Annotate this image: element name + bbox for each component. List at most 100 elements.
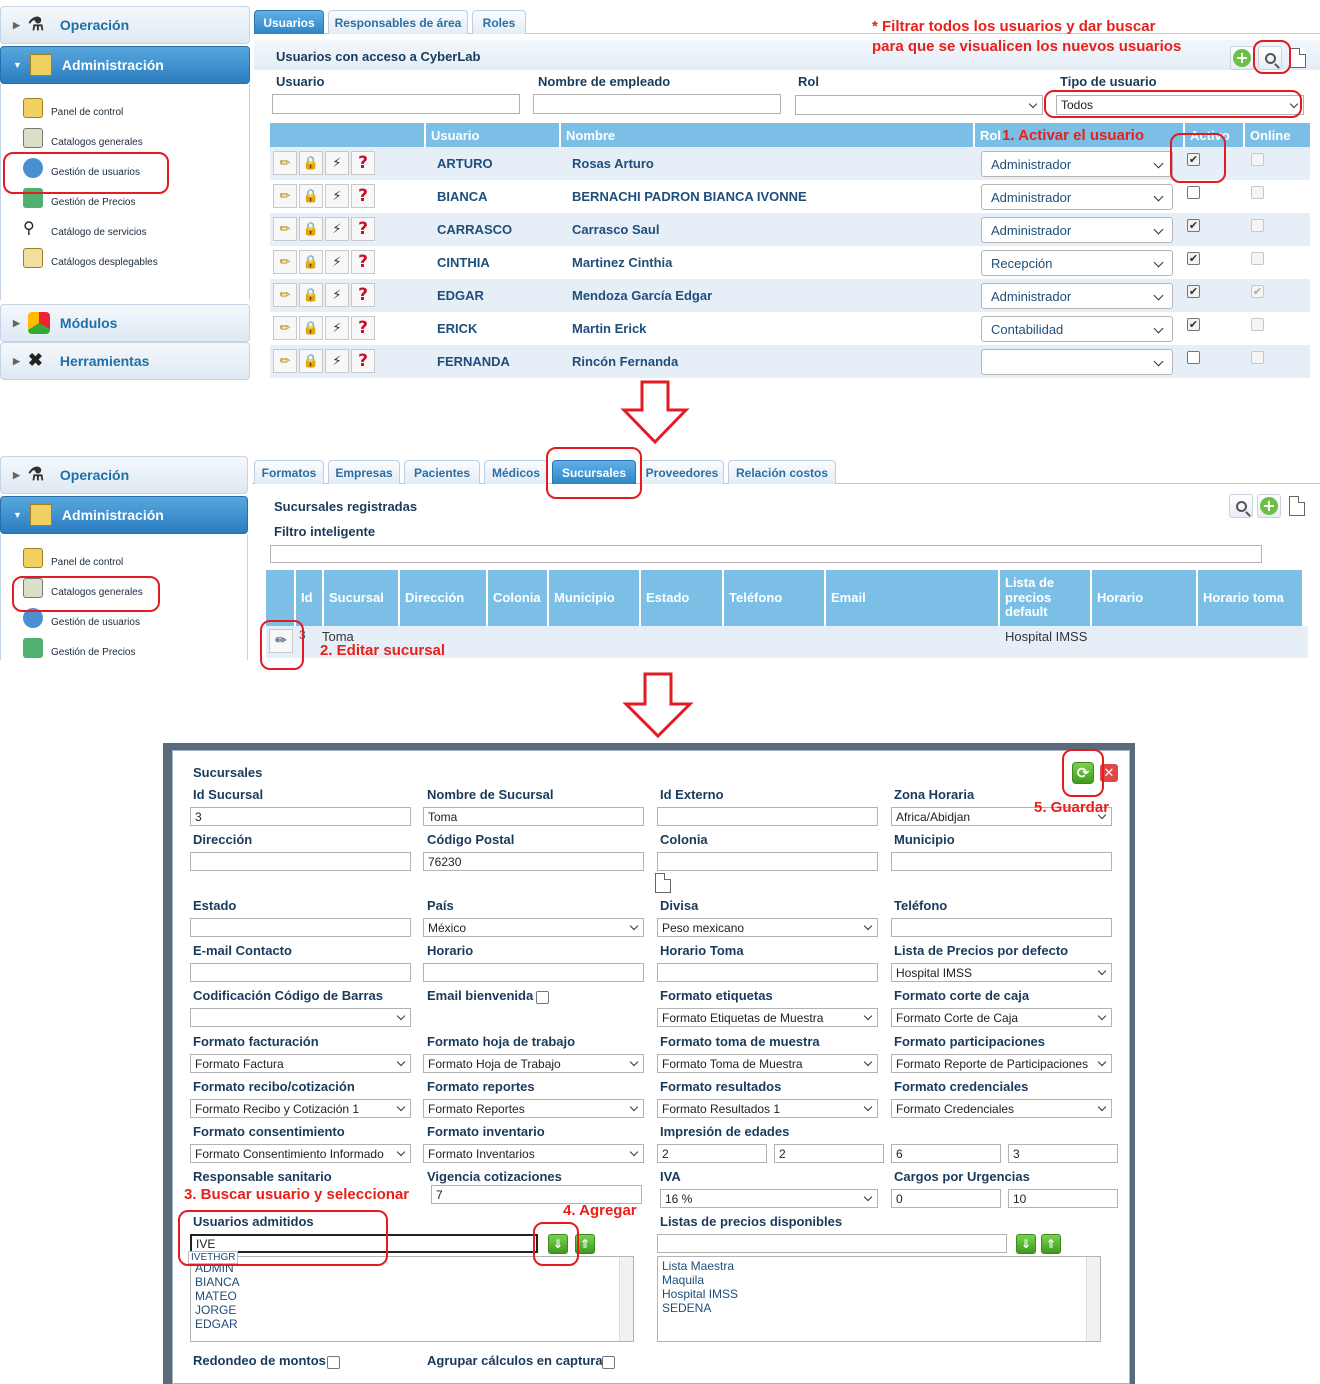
list-item[interactable]: EDGAR [195, 1317, 629, 1331]
list-item[interactable]: SEDENA [662, 1301, 1096, 1315]
role-select[interactable]: Contabilidad [981, 316, 1173, 342]
formato_credenciales-select[interactable]: Formato Credenciales [891, 1099, 1112, 1118]
cp-input[interactable]: 76230 [423, 852, 644, 871]
formato_corte-select[interactable]: Formato Corte de Caja [891, 1008, 1112, 1027]
plug-button[interactable]: ⚡ [325, 316, 349, 340]
sidebar-item-panel[interactable]: Panel de control [23, 94, 123, 118]
list-item[interactable]: Maquila [662, 1273, 1096, 1287]
scrollbar[interactable] [1086, 1257, 1100, 1341]
role-select[interactable] [981, 349, 1173, 375]
usuario-filter-input[interactable] [272, 94, 520, 114]
nombre-filter-input[interactable] [533, 94, 781, 114]
telefono-input[interactable] [891, 918, 1112, 937]
add-button[interactable]: + [1257, 494, 1281, 518]
search-button[interactable] [1229, 494, 1253, 518]
add-price-list-button[interactable]: ⇓ [1016, 1234, 1036, 1254]
list-item[interactable]: MATEO [195, 1289, 629, 1303]
tab-empresas[interactable]: Empresas [328, 460, 400, 484]
sidebar-item-precios[interactable]: Gestión de Precios [23, 634, 136, 658]
help-button[interactable]: ? [351, 250, 375, 274]
sidebar-item-catalogos[interactable]: Catalogos generales [23, 124, 143, 148]
activo-checkbox[interactable]: ✔ [1187, 252, 1200, 265]
rol-filter-select[interactable] [795, 95, 1043, 115]
smart-filter-input[interactable] [270, 545, 1262, 563]
add-button[interactable]: + [1230, 46, 1254, 70]
redondeo-checkbox[interactable] [327, 1356, 340, 1369]
formato_recibo-select[interactable]: Formato Recibo y Cotización 1 [190, 1099, 411, 1118]
edit-button[interactable]: ✏ [273, 151, 297, 175]
plug-button[interactable]: ⚡ [325, 217, 349, 241]
horario-input[interactable] [423, 963, 644, 982]
divisa-select[interactable]: Peso mexicano [657, 918, 878, 937]
formato_inventario-select[interactable]: Formato Inventarios [423, 1144, 644, 1163]
list-item[interactable]: JORGE [195, 1303, 629, 1317]
price-list-search-input[interactable] [657, 1234, 1007, 1253]
codificacion-select[interactable] [190, 1008, 411, 1027]
role-select[interactable]: Administrador [981, 151, 1173, 177]
formato_participaciones-select[interactable]: Formato Reporte de Participaciones [891, 1054, 1112, 1073]
horario_toma-input[interactable] [657, 963, 878, 982]
role-select[interactable]: Recepción [981, 250, 1173, 276]
sidebar-item-panel[interactable]: Panel de control [23, 544, 123, 568]
activo-checkbox[interactable]: ✔ [1187, 219, 1200, 232]
id_sucursal-input[interactable]: 3 [190, 807, 411, 826]
email-bienvenida-checkbox[interactable] [536, 991, 549, 1004]
tab-formatos[interactable]: Formatos [254, 460, 324, 484]
scrollbar[interactable] [619, 1257, 633, 1341]
edit-button[interactable]: ✏ [273, 283, 297, 307]
sidebar-item-servicios[interactable]: ⚲ Catálogo de servicios [23, 214, 147, 238]
formato_resultados-select[interactable]: Formato Resultados 1 [657, 1099, 878, 1118]
lock-button[interactable]: 🔒 [299, 349, 323, 373]
edit-button[interactable]: ✏ [273, 184, 297, 208]
lista_precios-select[interactable]: Hospital IMSS [891, 963, 1112, 982]
sidebar-operacion[interactable]: ▶ ⚗ Operación [0, 456, 248, 494]
role-select[interactable]: Administrador [981, 184, 1173, 210]
plug-button[interactable]: ⚡ [325, 349, 349, 373]
formato_consentimiento-select[interactable]: Formato Consentimiento Informado [190, 1144, 411, 1163]
formato_etiquetas-select[interactable]: Formato Etiquetas de Muestra [657, 1008, 878, 1027]
help-button[interactable]: ? [351, 217, 375, 241]
municipio-input[interactable] [891, 852, 1112, 871]
sidebar-modulos[interactable]: ▶ Módulos [0, 304, 250, 342]
sidebar-herramientas[interactable]: ▶ ✖ Herramientas [0, 342, 250, 380]
activo-checkbox[interactable]: ✔ [1187, 285, 1200, 298]
edad-1-input[interactable]: 2 [774, 1144, 884, 1163]
document-icon[interactable] [655, 873, 671, 893]
cargos-0-input[interactable]: 0 [891, 1189, 1001, 1208]
price-lists-list[interactable]: Lista Maestra Maquila Hospital IMSS SEDENA [657, 1256, 1101, 1342]
tab-responsables[interactable]: Responsables de área [328, 10, 468, 34]
tab-usuarios[interactable]: Usuarios [254, 10, 324, 34]
pais-select[interactable]: México [423, 918, 644, 937]
direccion-input[interactable] [190, 852, 411, 871]
plug-button[interactable]: ⚡ [325, 184, 349, 208]
plug-button[interactable]: ⚡ [325, 283, 349, 307]
help-button[interactable]: ? [351, 316, 375, 340]
edad-2-input[interactable]: 6 [891, 1144, 1001, 1163]
iva-select[interactable]: 16 % [660, 1189, 878, 1208]
tab-relacion-costos[interactable]: Relación costos [728, 460, 836, 484]
email-input[interactable] [190, 963, 411, 982]
help-button[interactable]: ? [351, 349, 375, 373]
edad-0-input[interactable]: 2 [657, 1144, 767, 1163]
id_externo-input[interactable] [657, 807, 878, 826]
tab-proveedores[interactable]: Proveedores [640, 460, 724, 484]
allowed-users-list[interactable]: ADMIN BIANCA MATEO JORGE EDGAR [190, 1256, 634, 1342]
edit-button[interactable]: ✏ [273, 217, 297, 241]
sidebar-operacion[interactable]: ▶ ⚗ Operación [0, 6, 250, 44]
role-select[interactable]: Administrador [981, 217, 1173, 243]
formato_reportes-select[interactable]: Formato Reportes [423, 1099, 644, 1118]
activo-checkbox[interactable]: ✔ [1187, 318, 1200, 331]
remove-price-list-button[interactable]: ⇑ [1041, 1234, 1061, 1254]
lock-button[interactable]: 🔒 [299, 217, 323, 241]
lock-button[interactable]: 🔒 [299, 250, 323, 274]
sidebar-administracion[interactable]: ▼ Administración [0, 496, 248, 534]
tab-roles[interactable]: Roles [472, 10, 526, 34]
help-button[interactable]: ? [351, 151, 375, 175]
agrupar-checkbox[interactable] [602, 1356, 615, 1369]
edit-button[interactable]: ✏ [273, 349, 297, 373]
edad-3-input[interactable]: 3 [1008, 1144, 1118, 1163]
estado-input[interactable] [190, 918, 411, 937]
lock-button[interactable]: 🔒 [299, 151, 323, 175]
plug-button[interactable]: ⚡ [325, 151, 349, 175]
sidebar-item-desplegables[interactable]: Catálogos desplegables [23, 244, 158, 268]
